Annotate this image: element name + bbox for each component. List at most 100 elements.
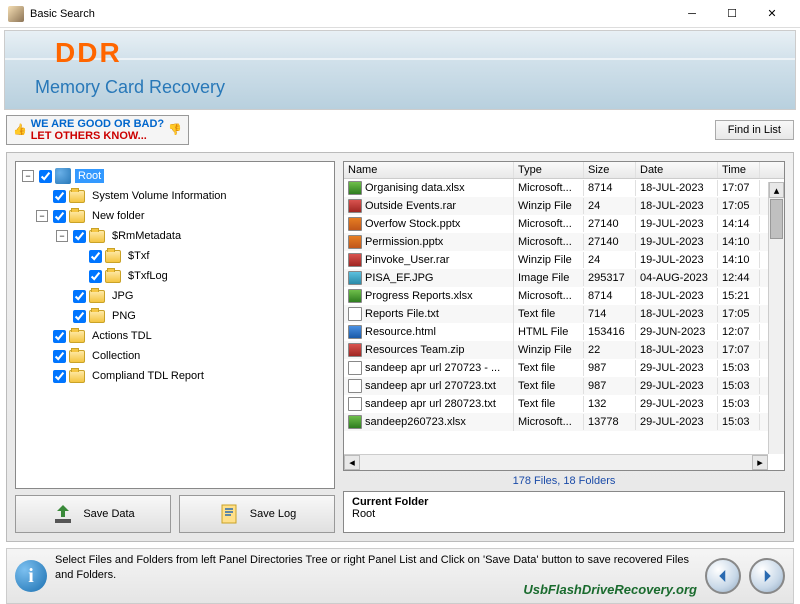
file-size: 714 bbox=[584, 306, 636, 322]
list-row[interactable]: sandeep apr url 270723.txtText file98729… bbox=[344, 377, 784, 395]
list-row[interactable]: PISA_EF.JPGImage File29531704-AUG-202312… bbox=[344, 269, 784, 287]
folder-icon bbox=[69, 190, 85, 203]
logo-text: DDR bbox=[55, 37, 122, 69]
file-type: Image File bbox=[514, 270, 584, 286]
header-date[interactable]: Date bbox=[636, 162, 718, 178]
file-date: 19-JUL-2023 bbox=[636, 216, 718, 232]
scroll-left-icon[interactable]: ◂ bbox=[344, 455, 360, 470]
feedback-line1: WE ARE GOOD OR BAD? bbox=[31, 118, 164, 130]
maximize-button[interactable]: ☐ bbox=[712, 2, 752, 26]
directory-tree[interactable]: − Root System Volume Information − New f… bbox=[15, 161, 335, 489]
tree-item-label[interactable]: New folder bbox=[89, 209, 148, 223]
file-time: 12:44 bbox=[718, 270, 760, 286]
scroll-right-icon[interactable]: ▸ bbox=[752, 455, 768, 470]
file-name: Resource.html bbox=[365, 326, 436, 338]
vertical-scrollbar[interactable]: ▴ bbox=[768, 182, 784, 454]
list-row[interactable]: Outside Events.rarWinzip File2418-JUL-20… bbox=[344, 197, 784, 215]
current-folder-panel: Current Folder Root bbox=[343, 491, 785, 533]
header-banner: DDR Memory Card Recovery bbox=[4, 30, 796, 110]
footer-url: UsbFlashDriveRecovery.org bbox=[55, 582, 697, 599]
tree-checkbox[interactable] bbox=[53, 330, 66, 343]
save-log-button[interactable]: Save Log bbox=[179, 495, 335, 533]
header-type[interactable]: Type bbox=[514, 162, 584, 178]
list-row[interactable]: Progress Reports.xlsxMicrosoft...871418-… bbox=[344, 287, 784, 305]
tree-item-label[interactable]: Compliand TDL Report bbox=[89, 369, 207, 383]
header-size[interactable]: Size bbox=[584, 162, 636, 178]
list-row[interactable]: Overfow Stock.pptxMicrosoft...2714019-JU… bbox=[344, 215, 784, 233]
back-button[interactable] bbox=[705, 558, 741, 594]
minimize-button[interactable]: ─ bbox=[672, 2, 712, 26]
file-time: 17:07 bbox=[718, 180, 760, 196]
file-date: 18-JUL-2023 bbox=[636, 180, 718, 196]
tree-checkbox[interactable] bbox=[73, 310, 86, 323]
tree-item-label[interactable]: Actions TDL bbox=[89, 329, 155, 343]
tree-checkbox[interactable] bbox=[53, 370, 66, 383]
tree-checkbox[interactable] bbox=[73, 290, 86, 303]
tree-root-label[interactable]: Root bbox=[75, 169, 104, 183]
file-date: 29-JUL-2023 bbox=[636, 378, 718, 394]
tree-item-label[interactable]: System Volume Information bbox=[89, 189, 230, 203]
tree-item-label[interactable]: $TxfLog bbox=[125, 269, 171, 283]
tree-item-label[interactable]: $Txf bbox=[125, 249, 152, 263]
tree-checkbox[interactable] bbox=[53, 190, 66, 203]
list-row[interactable]: Resource.htmlHTML File15341629-JUN-20231… bbox=[344, 323, 784, 341]
right-column: Name Type Size Date Time Organising data… bbox=[343, 161, 785, 533]
header-time[interactable]: Time bbox=[718, 162, 760, 178]
list-row[interactable]: Reports File.txtText file71418-JUL-20231… bbox=[344, 305, 784, 323]
file-type: Text file bbox=[514, 378, 584, 394]
horizontal-scrollbar[interactable]: ◂ ▸ bbox=[344, 454, 768, 470]
file-date: 29-JUL-2023 bbox=[636, 396, 718, 412]
tree-checkbox[interactable] bbox=[89, 270, 102, 283]
find-in-list-button[interactable]: Find in List bbox=[715, 120, 794, 140]
folder-icon bbox=[89, 230, 105, 243]
tree-collapse-icon[interactable]: − bbox=[36, 210, 48, 222]
tree-checkbox[interactable] bbox=[73, 230, 86, 243]
list-row[interactable]: Organising data.xlsxMicrosoft...871418-J… bbox=[344, 179, 784, 197]
tree-item-label[interactable]: PNG bbox=[109, 309, 139, 323]
file-time: 15:03 bbox=[718, 396, 760, 412]
scroll-thumb[interactable] bbox=[770, 199, 783, 239]
thumbs-down-icon: 👎 bbox=[168, 124, 182, 136]
folder-icon bbox=[89, 310, 105, 323]
tree-collapse-icon[interactable]: − bbox=[56, 230, 68, 242]
tree-checkbox[interactable] bbox=[53, 210, 66, 223]
file-icon bbox=[348, 289, 362, 303]
save-data-icon bbox=[51, 502, 75, 526]
scroll-up-icon[interactable]: ▴ bbox=[769, 182, 784, 198]
list-row[interactable]: Permission.pptxMicrosoft...2714019-JUL-2… bbox=[344, 233, 784, 251]
file-size: 8714 bbox=[584, 180, 636, 196]
file-list[interactable]: Name Type Size Date Time Organising data… bbox=[343, 161, 785, 471]
file-time: 17:05 bbox=[718, 306, 760, 322]
file-name: Progress Reports.xlsx bbox=[365, 290, 473, 302]
tree-checkbox[interactable] bbox=[39, 170, 52, 183]
file-name: sandeep apr url 270723.txt bbox=[365, 380, 496, 392]
list-row[interactable]: Pinvoke_User.rarWinzip File2419-JUL-2023… bbox=[344, 251, 784, 269]
tree-checkbox[interactable] bbox=[53, 350, 66, 363]
tree-item-label[interactable]: $RmMetadata bbox=[109, 229, 184, 243]
file-icon bbox=[348, 235, 362, 249]
file-time: 17:07 bbox=[718, 342, 760, 358]
list-row[interactable]: sandeep260723.xlsxMicrosoft...1377829-JU… bbox=[344, 413, 784, 431]
file-size: 153416 bbox=[584, 324, 636, 340]
header-name[interactable]: Name bbox=[344, 162, 514, 178]
feedback-button[interactable]: 👍 WE ARE GOOD OR BAD? LET OTHERS KNOW...… bbox=[6, 115, 189, 145]
tree-item-label[interactable]: JPG bbox=[109, 289, 136, 303]
tree-checkbox[interactable] bbox=[89, 250, 102, 263]
close-button[interactable]: ✕ bbox=[752, 2, 792, 26]
file-size: 8714 bbox=[584, 288, 636, 304]
save-data-button[interactable]: Save Data bbox=[15, 495, 171, 533]
file-type: Text file bbox=[514, 396, 584, 412]
list-row[interactable]: sandeep apr url 270723 - ...Text file987… bbox=[344, 359, 784, 377]
tree-collapse-icon[interactable]: − bbox=[22, 170, 34, 182]
list-row[interactable]: sandeep apr url 280723.txtText file13229… bbox=[344, 395, 784, 413]
file-date: 29-JUL-2023 bbox=[636, 414, 718, 430]
file-size: 132 bbox=[584, 396, 636, 412]
button-row: Save Data Save Log bbox=[15, 495, 335, 533]
left-column: − Root System Volume Information − New f… bbox=[15, 161, 335, 533]
tree-item-label[interactable]: Collection bbox=[89, 349, 143, 363]
list-row[interactable]: Resources Team.zipWinzip File2218-JUL-20… bbox=[344, 341, 784, 359]
info-icon: i bbox=[15, 560, 47, 592]
file-size: 24 bbox=[584, 198, 636, 214]
forward-button[interactable] bbox=[749, 558, 785, 594]
toolbar: 👍 WE ARE GOOD OR BAD? LET OTHERS KNOW...… bbox=[6, 114, 794, 146]
